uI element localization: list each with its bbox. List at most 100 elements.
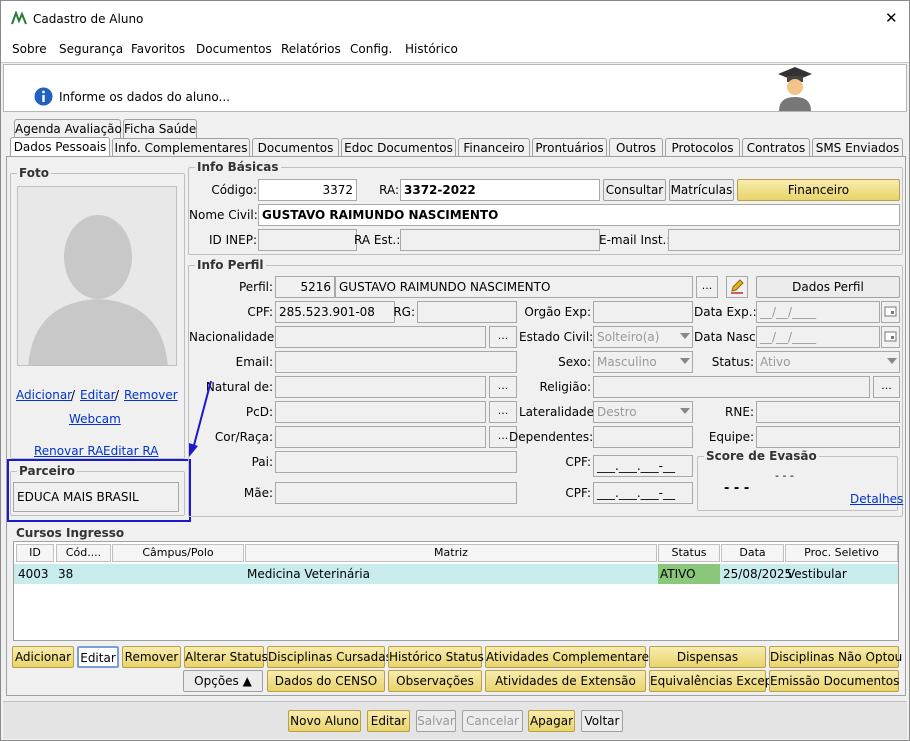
atividades-extensao-button[interactable]: Atividades de Extensão xyxy=(485,670,646,692)
cor-raca-field[interactable] xyxy=(275,426,486,448)
equipe-field[interactable] xyxy=(756,426,900,448)
col-header-id[interactable]: ID xyxy=(16,544,54,562)
dados-perfil-button[interactable]: Dados Perfil xyxy=(756,276,900,298)
dados-censo-button[interactable]: Dados do CENSO xyxy=(267,670,385,692)
matriculas-button[interactable]: Matrículas xyxy=(669,179,734,201)
perfil-search-button[interactable]: ... xyxy=(696,276,718,298)
tab-outros[interactable]: Outros xyxy=(609,138,663,157)
tab-dados-pessoais[interactable]: Dados Pessoais xyxy=(10,137,110,158)
detalhes-link[interactable]: Detalhes xyxy=(850,492,903,506)
lateralidade-select[interactable]: Destro xyxy=(593,401,693,423)
editar-ra-link[interactable]: Editar RA xyxy=(103,444,158,458)
atividades-complementares-button[interactable]: Atividades Complementares xyxy=(485,646,655,668)
observacoes-button[interactable]: Observações xyxy=(388,670,482,692)
menu-favoritos[interactable]: Favoritos xyxy=(131,42,185,56)
sexo-value: Masculino xyxy=(597,355,657,369)
data-exp-calendar-button[interactable] xyxy=(881,301,900,323)
voltar-button[interactable]: Voltar xyxy=(581,710,623,732)
tab-ficha-saude[interactable]: Ficha Saúde xyxy=(123,119,197,138)
alterar-status-button[interactable]: Alterar Status xyxy=(184,646,268,668)
equivalencias-button[interactable]: Equivalências Excep. xyxy=(649,670,776,692)
cpf-field[interactable]: 285.523.901-08 xyxy=(275,301,395,323)
perfil-id-field[interactable]: 5216 xyxy=(275,276,335,298)
col-header-matriz[interactable]: Matriz xyxy=(245,544,657,562)
natural-search-button[interactable]: ... xyxy=(489,376,517,398)
editar-aluno-button[interactable]: Editar xyxy=(367,710,410,732)
emissao-documentos-button[interactable]: Emissão Documentos xyxy=(769,670,899,692)
religiao-field[interactable] xyxy=(593,376,870,398)
estado-civil-select[interactable]: Solteiro(a) xyxy=(593,326,693,348)
status-select[interactable]: Ativo xyxy=(756,351,900,373)
id-inep-field[interactable] xyxy=(258,229,357,251)
dispensas-button[interactable]: Dispensas xyxy=(649,646,766,668)
tab-edoc-documentos[interactable]: Edoc Documentos xyxy=(341,138,456,157)
salvar-button[interactable]: Salvar xyxy=(416,710,456,732)
col-header-campus[interactable]: Câmpus/Polo xyxy=(112,544,244,562)
tab-prontuarios[interactable]: Prontuários xyxy=(532,138,607,157)
rne-field[interactable] xyxy=(756,401,900,423)
menu-historico[interactable]: Histórico xyxy=(405,42,458,56)
foto-remover-link[interactable]: Remover xyxy=(124,388,178,402)
curso-adicionar-button[interactable]: Adicionar xyxy=(12,646,74,668)
close-icon[interactable]: ✕ xyxy=(885,9,898,27)
sexo-select[interactable]: Masculino xyxy=(593,351,693,373)
data-exp-field[interactable]: __/__/____ xyxy=(756,301,880,323)
tab-contratos[interactable]: Contratos xyxy=(742,138,810,157)
menu-bar: Sobre Segurança Favoritos Documentos Rel… xyxy=(1,35,909,63)
perfil-nome-field[interactable]: GUSTAVO RAIMUNDO NASCIMENTO xyxy=(335,276,693,298)
email-field[interactable] xyxy=(275,351,517,373)
codigo-field[interactable]: 3372 xyxy=(258,179,357,201)
data-nasc-field[interactable]: __/__/____ xyxy=(756,326,880,348)
cpf-pai-field[interactable]: ___.___.___-__ xyxy=(593,455,693,477)
apagar-button[interactable]: Apagar xyxy=(528,710,575,732)
col-header-data[interactable]: Data xyxy=(721,544,784,562)
col-header-proc-seletivo[interactable]: Proc. Seletivo xyxy=(785,544,898,562)
pcd-search-button[interactable]: ... xyxy=(489,401,517,423)
consultar-button[interactable]: Consultar xyxy=(603,179,666,201)
tab-financeiro[interactable]: Financeiro xyxy=(458,138,530,157)
perfil-edit-button[interactable] xyxy=(726,276,748,298)
menu-seguranca[interactable]: Segurança xyxy=(59,42,123,56)
ra-field[interactable]: 3372-2022 xyxy=(400,179,600,201)
tab-protocolos[interactable]: Protocolos xyxy=(665,138,740,157)
menu-relatorios[interactable]: Relatórios xyxy=(281,42,341,56)
col-header-cod[interactable]: Cód.... xyxy=(56,544,111,562)
nacionalidade-field[interactable] xyxy=(275,326,486,348)
renovar-ra-link[interactable]: Renovar RA xyxy=(34,444,103,458)
disciplinas-nao-optou-button[interactable]: Disciplinas Não Optou xyxy=(769,646,902,668)
pai-field[interactable] xyxy=(275,451,517,473)
tab-sms-enviados[interactable]: SMS Enviados xyxy=(812,138,903,157)
dependentes-field[interactable] xyxy=(593,426,693,448)
cursos-table[interactable]: ID Cód.... Câmpus/Polo Matriz Status Dat… xyxy=(13,541,899,641)
tab-documentos[interactable]: Documentos xyxy=(252,138,339,157)
webcam-link[interactable]: Webcam xyxy=(69,412,121,426)
financeiro-button[interactable]: Financeiro xyxy=(737,179,900,201)
curso-editar-button[interactable]: Editar xyxy=(77,646,119,668)
religiao-search-button[interactable]: ... xyxy=(873,376,900,398)
nacionalidade-search-button[interactable]: ... xyxy=(489,326,517,348)
disciplinas-cursadas-button[interactable]: Disciplinas Cursadas xyxy=(267,646,392,668)
ra-est-field[interactable] xyxy=(400,229,600,251)
mae-field[interactable] xyxy=(275,482,517,504)
tab-agenda-avaliacao[interactable]: Agenda Avaliação xyxy=(14,119,122,138)
pcd-field[interactable] xyxy=(275,401,486,423)
nome-civil-field[interactable]: GUSTAVO RAIMUNDO NASCIMENTO xyxy=(258,204,900,226)
natural-field[interactable] xyxy=(275,376,486,398)
orgao-exp-field[interactable] xyxy=(593,301,693,323)
col-header-status[interactable]: Status xyxy=(658,544,720,562)
foto-adicionar-link[interactable]: Adicionar xyxy=(16,388,72,402)
historico-status-button[interactable]: Histórico Status xyxy=(388,646,484,668)
menu-sobre[interactable]: Sobre xyxy=(12,42,47,56)
cancelar-button[interactable]: Cancelar xyxy=(462,710,523,732)
data-nasc-calendar-button[interactable] xyxy=(881,326,900,348)
menu-documentos[interactable]: Documentos xyxy=(196,42,272,56)
cpf-mae-field[interactable]: ___.___.___-__ xyxy=(593,482,693,504)
opcoes-button[interactable]: Opções ▲ xyxy=(183,670,263,692)
novo-aluno-button[interactable]: Novo Aluno xyxy=(288,710,361,732)
email-inst-field[interactable] xyxy=(668,229,900,251)
foto-editar-link[interactable]: Editar xyxy=(80,388,116,402)
tab-info-complementares[interactable]: Info. Complementares xyxy=(112,138,250,157)
rg-field[interactable] xyxy=(417,301,517,323)
curso-remover-button[interactable]: Remover xyxy=(122,646,181,668)
menu-config[interactable]: Config. xyxy=(350,42,392,56)
